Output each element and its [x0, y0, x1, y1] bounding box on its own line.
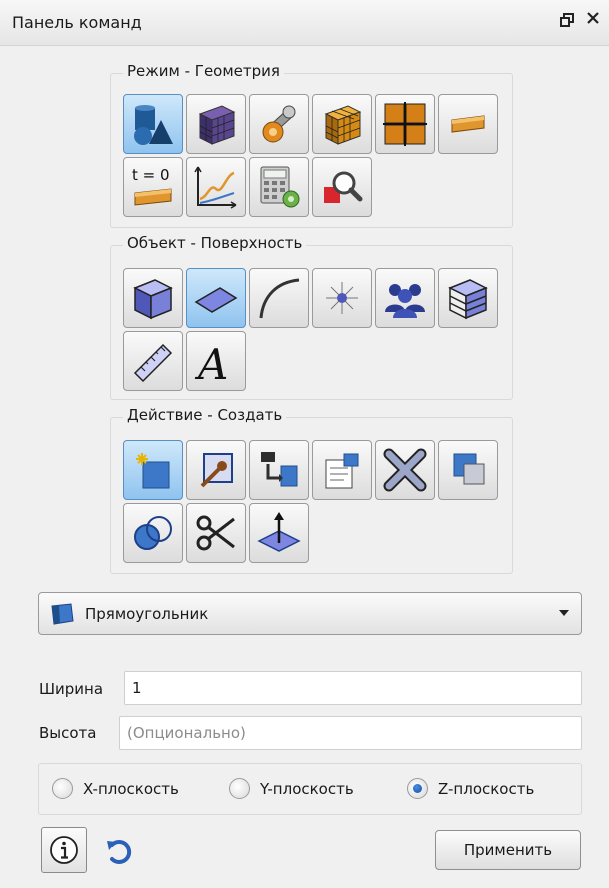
panel-titlebar: Панель команд: [0, 0, 609, 46]
create-new-button[interactable]: [123, 440, 183, 500]
graph-plot-icon: [194, 166, 237, 209]
inspect-zoom-icon: [324, 171, 363, 203]
width-field[interactable]: [124, 671, 582, 705]
mesh-mode-icon: [198, 105, 236, 145]
vertex-point-icon: [326, 282, 358, 314]
overlay-duplicate-button[interactable]: [438, 440, 498, 500]
curve-button[interactable]: [249, 268, 309, 328]
volume-mesh-icon: [324, 105, 362, 145]
properties-button[interactable]: [312, 440, 372, 500]
delete-x-button[interactable]: [375, 440, 435, 500]
measure-ruler-button[interactable]: [123, 331, 183, 391]
y-plane-label: Y-плоскость: [260, 779, 354, 798]
edit-object-icon: [200, 453, 233, 488]
restore-icon[interactable]: [560, 13, 574, 31]
radio-circle[interactable]: [229, 778, 250, 799]
settings-wrench-button[interactable]: [249, 94, 309, 154]
split-scissors-icon: [196, 515, 235, 551]
edit-object-button[interactable]: [186, 440, 246, 500]
measure-ruler-icon: [133, 343, 173, 383]
delete-x-icon: [383, 448, 427, 492]
geometry-mode-button[interactable]: [123, 94, 183, 154]
layers-body-button[interactable]: [438, 268, 498, 328]
object-group-legend: Объект - Поверхность: [123, 234, 307, 252]
boundary-conditions-icon: [451, 115, 485, 133]
width-label: Ширина: [39, 680, 104, 698]
action-group-legend: Действие - Создать: [123, 406, 287, 424]
close-icon[interactable]: [586, 11, 600, 29]
volume-cube-icon: [133, 279, 173, 320]
mode-group: Режим - Геометрия t = 0: [110, 62, 513, 228]
x-plane-label: X-плоскость: [83, 779, 179, 798]
initial-conditions-button[interactable]: t = 0: [123, 157, 183, 217]
sweep-arrow-button[interactable]: [249, 503, 309, 563]
mesh-mode-button[interactable]: [186, 94, 246, 154]
calculator-settings-icon: [260, 166, 300, 208]
text-annotation-icon: A: [194, 340, 228, 385]
initial-conditions-t0-icon: t = 0: [132, 166, 172, 206]
shape-select[interactable]: Прямоугольник: [38, 592, 582, 635]
height-label: Высота: [39, 724, 97, 742]
boolean-intersect-icon: [134, 516, 172, 550]
action-group: Действие - Создать: [110, 406, 513, 574]
shape-select-value: Прямоугольник: [85, 605, 209, 623]
panel-title: Панель команд: [12, 13, 142, 32]
grid-blocks-icon: [383, 102, 427, 146]
apply-button[interactable]: Применить: [435, 830, 581, 870]
split-scissors-button[interactable]: [186, 503, 246, 563]
geometry-mode-icon: [134, 105, 173, 145]
z-plane-radio[interactable]: Z-плоскость: [407, 778, 534, 799]
sweep-arrow-icon: [257, 512, 301, 552]
vertex-point-button[interactable]: [312, 268, 372, 328]
group-people-button[interactable]: [375, 268, 435, 328]
inspect-zoom-button[interactable]: [312, 157, 372, 217]
grid-blocks-button[interactable]: [375, 94, 435, 154]
create-new-icon: [136, 453, 170, 489]
layers-body-icon: [448, 279, 488, 320]
z-plane-label: Z-плоскость: [438, 779, 535, 798]
text-annotation-button[interactable]: A: [186, 331, 246, 391]
volume-mesh-button[interactable]: [312, 94, 372, 154]
transform-copy-icon: [261, 452, 298, 487]
radio-circle-checked[interactable]: [407, 778, 428, 799]
mode-group-legend: Режим - Геометрия: [123, 62, 284, 80]
t0-label: t = 0: [132, 166, 170, 184]
y-plane-radio[interactable]: Y-плоскость: [229, 778, 354, 799]
info-icon: [50, 836, 78, 864]
overlay-duplicate-icon: [453, 453, 485, 485]
properties-icon: [325, 453, 359, 489]
text-annotation-label: A: [194, 340, 228, 385]
plane-radio-group: X-плоскость Y-плоскость Z-плоскость: [38, 763, 582, 815]
surface-plane-button[interactable]: [186, 268, 246, 328]
rectangle-surface-icon: [51, 603, 74, 625]
x-plane-radio[interactable]: X-плоскость: [52, 778, 179, 799]
graph-plot-button[interactable]: [186, 157, 246, 217]
height-field[interactable]: [119, 716, 582, 750]
chevron-down-icon[interactable]: [559, 610, 569, 616]
curve-icon: [259, 278, 300, 319]
volume-cube-button[interactable]: [123, 268, 183, 328]
group-people-icon: [385, 284, 425, 318]
surface-plane-icon: [194, 287, 238, 313]
radio-circle[interactable]: [52, 778, 73, 799]
transform-copy-button[interactable]: [249, 440, 309, 500]
boolean-intersect-button[interactable]: [123, 503, 183, 563]
info-button[interactable]: [41, 827, 87, 873]
settings-wrench-icon: [262, 105, 296, 143]
boundary-conditions-button[interactable]: [438, 94, 498, 154]
calculator-settings-button[interactable]: [249, 157, 309, 217]
reset-undo-icon[interactable]: [104, 836, 134, 866]
object-group: Объект - Поверхность A: [110, 234, 513, 400]
